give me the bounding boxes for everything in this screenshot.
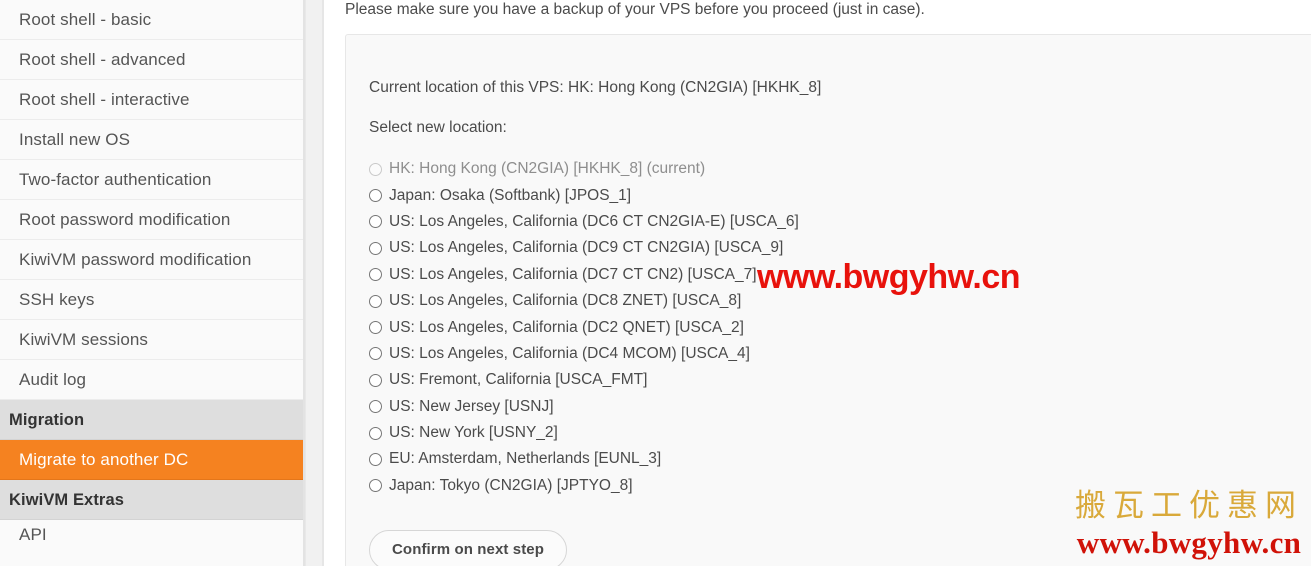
sidebar-item-kiwivm-extras: KiwiVM Extras [0,480,303,520]
radio-button-icon [369,162,382,176]
location-option-label: US: Los Angeles, California (DC4 MCOM) [… [389,344,750,362]
location-option-row[interactable]: EU: Amsterdam, Netherlands [EUNL_3] [369,446,799,472]
sidebar-item-kiwivm-sessions[interactable]: KiwiVM sessions [0,320,303,360]
sidebar-scrollbar-track[interactable] [305,0,626,566]
backup-notice: Please make sure you have a backup of yo… [345,1,925,18]
sidebar-item-api[interactable]: API [0,520,303,546]
location-option-label: EU: Amsterdam, Netherlands [EUNL_3] [389,450,662,468]
location-option-row[interactable]: US: Los Angeles, California (DC9 CT CN2G… [369,235,799,261]
location-option-label: US: New York [USNY_2] [389,424,558,442]
radio-button-icon[interactable] [369,373,382,387]
location-option-row[interactable]: US: Los Angeles, California (DC4 MCOM) [… [369,341,799,367]
current-location-text: Current location of this VPS: HK: Hong K… [369,79,822,96]
radio-button-icon[interactable] [369,321,382,335]
radio-button-icon[interactable] [369,241,382,255]
confirm-on-next-step-button[interactable]: Confirm on next step [369,530,568,566]
location-option-label: Japan: Osaka (Softbank) [JPOS_1] [389,186,632,204]
sidebar-item-root-password-modification[interactable]: Root password modification [0,200,303,240]
location-option-label: Japan: Tokyo (CN2GIA) [JPTYO_8] [389,476,633,494]
kiwivm-migrate-page: Root shell - basic Root shell - advanced R… [0,0,1311,566]
location-option-row[interactable]: Japan: Tokyo (CN2GIA) [JPTYO_8] [369,473,799,499]
radio-button-icon[interactable] [369,189,382,203]
radio-button-icon[interactable] [369,268,382,282]
location-option-label: HK: Hong Kong (CN2GIA) [HKHK_8] (current… [389,160,706,178]
location-option-row: HK: Hong Kong (CN2GIA) [HKHK_8] (current… [369,156,799,182]
select-new-location-label: Select new location: [369,119,507,136]
migration-panel: Current location of this VPS: HK: Hong K… [345,34,1311,566]
location-option-row[interactable]: US: Los Angeles, California (DC8 ZNET) [… [369,288,799,314]
radio-button-icon[interactable] [369,347,382,361]
sidebar-item-migration: Migration [0,400,303,440]
location-option-row[interactable]: Japan: Osaka (Softbank) [JPOS_1] [369,182,799,208]
sidebar-item-ssh-keys[interactable]: SSH keys [0,280,303,320]
location-radio-group[interactable]: HK: Hong Kong (CN2GIA) [HKHK_8] (current… [369,156,799,499]
sidebar-item-root-shell-advanced[interactable]: Root shell - advanced [0,40,303,80]
location-option-label: US: Los Angeles, California (DC9 CT CN2G… [389,239,784,257]
radio-button-icon[interactable] [369,294,382,308]
location-option-label: US: Fremont, California [USCA_FMT] [389,371,648,389]
main-content: Please make sure you have a backup of yo… [324,0,1311,566]
sidebar-item-root-shell-interactive[interactable]: Root shell - interactive [0,80,303,120]
location-option-row[interactable]: US: Fremont, California [USCA_FMT] [369,367,799,393]
sidebar-nav: Root shell - basic Root shell - advanced R… [0,0,303,566]
sidebar-item-two-factor-authentication[interactable]: Two-factor authentication [0,160,303,200]
sidebar-item-kiwivm-password-modification[interactable]: KiwiVM password modification [0,240,303,280]
location-option-row[interactable]: US: Los Angeles, California (DC6 CT CN2G… [369,209,799,235]
location-option-label: US: Los Angeles, California (DC2 QNET) [… [389,318,744,336]
location-option-label: US: Los Angeles, California (DC7 CT CN2)… [389,265,757,283]
location-option-label: US: New Jersey [USNJ] [389,397,554,415]
location-option-row[interactable]: US: Los Angeles, California (DC2 QNET) [… [369,314,799,340]
location-option-row[interactable]: US: Los Angeles, California (DC7 CT CN2)… [369,262,799,288]
location-option-label: US: Los Angeles, California (DC8 ZNET) [… [389,292,742,310]
sidebar-item-install-new-os[interactable]: Install new OS [0,120,303,160]
location-option-label: US: Los Angeles, California (DC6 CT CN2G… [389,212,799,230]
radio-button-icon[interactable] [369,426,382,440]
radio-button-icon[interactable] [369,400,382,414]
location-option-row[interactable]: US: New York [USNY_2] [369,420,799,446]
location-option-row[interactable]: US: New Jersey [USNJ] [369,394,799,420]
radio-button-icon[interactable] [369,479,382,493]
sidebar-item-audit-log[interactable]: Audit log [0,360,303,400]
sidebar-item-migrate-to-another-dc[interactable]: Migrate to another DC [0,440,303,480]
sidebar-item-root-shell-basic[interactable]: Root shell - basic [0,0,303,40]
radio-button-icon[interactable] [369,215,382,229]
radio-button-icon[interactable] [369,452,382,466]
